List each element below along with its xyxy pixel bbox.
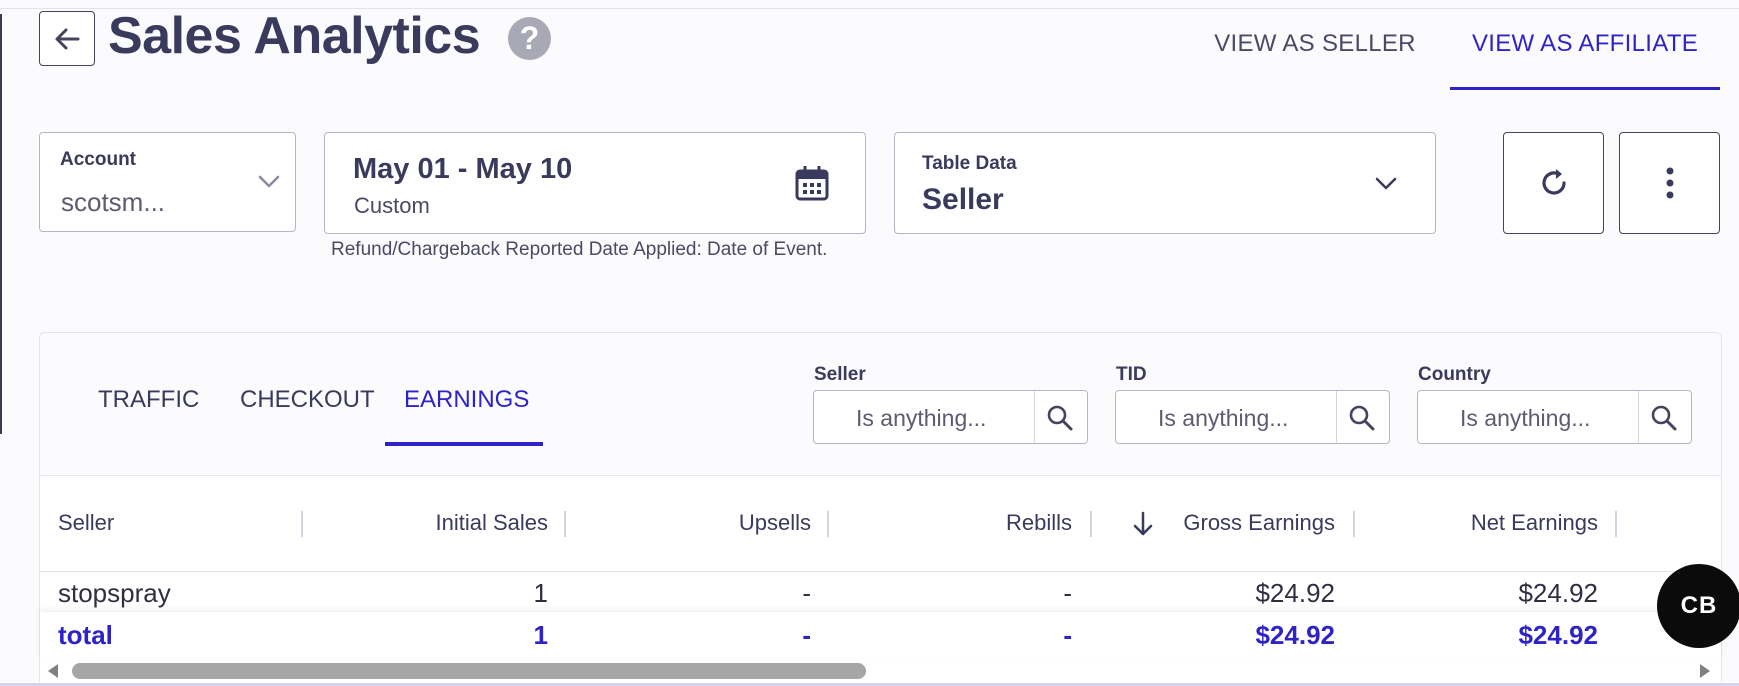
page: Sales Analytics ? VIEW AS SELLER VIEW AS…: [0, 0, 1739, 686]
cell-seller[interactable]: stopspray: [58, 578, 171, 609]
country-filter-label: Country: [1418, 364, 1491, 385]
more-options-button[interactable]: [1619, 132, 1720, 234]
tid-filter-label: TID: [1116, 364, 1147, 385]
total-initial-sales: 1: [533, 620, 548, 650]
tid-filter-input[interactable]: Is anything...: [1115, 390, 1390, 444]
search-icon[interactable]: [1046, 404, 1074, 432]
calendar-icon: [795, 166, 829, 201]
search-divider: [1638, 391, 1639, 443]
total-net-earnings: $24.92: [1518, 620, 1598, 650]
page-title: Sales Analytics: [108, 7, 481, 65]
scroll-right-arrow[interactable]: [1700, 664, 1710, 678]
seller-filter-label: Seller: [814, 364, 866, 385]
active-tab-indicator: [385, 442, 543, 446]
tab-earnings[interactable]: EARNINGS: [404, 386, 529, 414]
column-separator[interactable]: [1615, 511, 1617, 537]
column-separator[interactable]: [1090, 511, 1092, 537]
refund-date-note: Refund/Chargeback Reported Date Applied:…: [331, 239, 828, 260]
tab-view-as-seller[interactable]: VIEW AS SELLER: [1205, 30, 1425, 90]
arrow-left-icon: [55, 28, 80, 49]
account-value: scotsm...: [61, 187, 166, 217]
table-data-label: Table Data: [922, 153, 1017, 174]
tid-filter-placeholder: Is anything...: [1158, 405, 1289, 431]
column-separator[interactable]: [564, 511, 566, 537]
search-divider: [1034, 391, 1035, 443]
account-label: Account: [60, 149, 136, 170]
refresh-button[interactable]: [1503, 132, 1604, 234]
seller-filter-placeholder: Is anything...: [856, 405, 987, 431]
country-filter-placeholder: Is anything...: [1460, 405, 1591, 431]
date-range-value: May 01 - May 10: [353, 153, 573, 185]
scrollbar-thumb[interactable]: [72, 663, 866, 679]
scroll-left-arrow[interactable]: [48, 664, 58, 678]
column-header-initial-sales[interactable]: Initial Sales: [320, 510, 548, 536]
header-divider: [40, 571, 1721, 572]
chevron-down-icon: [258, 175, 280, 188]
column-separator[interactable]: [301, 511, 303, 537]
date-preset: Custom: [354, 193, 430, 218]
cell-upsells: -: [802, 578, 811, 608]
total-label: total: [58, 620, 113, 650]
cell-rebills: -: [1063, 578, 1072, 608]
sort-descending-icon[interactable]: [1131, 511, 1155, 537]
more-vertical-icon: [1666, 167, 1673, 199]
column-header-seller[interactable]: Seller: [58, 510, 114, 536]
total-gross-earnings: $24.92: [1255, 620, 1335, 650]
tab-traffic[interactable]: TRAFFIC: [98, 386, 199, 414]
total-upsells: -: [802, 620, 811, 650]
cell-initial-sales: 1: [533, 578, 548, 608]
table-data-select[interactable]: Table Data Seller: [894, 132, 1436, 234]
account-select[interactable]: Account scotsm...: [39, 132, 296, 232]
tab-checkout[interactable]: CHECKOUT: [240, 386, 375, 414]
column-separator[interactable]: [1353, 511, 1355, 537]
column-header-net-earnings[interactable]: Net Earnings: [1372, 510, 1598, 536]
column-header-rebills[interactable]: Rebills: [846, 510, 1072, 536]
column-header-upsells[interactable]: Upsells: [583, 510, 811, 536]
search-icon[interactable]: [1650, 404, 1678, 432]
back-button[interactable]: [39, 11, 95, 66]
cell-gross-earnings: $24.92: [1255, 578, 1335, 608]
total-rebills: -: [1063, 620, 1072, 650]
seller-filter-input[interactable]: Is anything...: [813, 390, 1088, 444]
search-icon[interactable]: [1348, 404, 1376, 432]
country-filter-input[interactable]: Is anything...: [1417, 390, 1692, 444]
help-icon[interactable]: ?: [508, 17, 551, 60]
cell-net-earnings: $24.92: [1518, 578, 1598, 608]
column-separator[interactable]: [827, 511, 829, 537]
table-data-value: Seller: [922, 183, 1004, 216]
tab-view-as-affiliate[interactable]: VIEW AS AFFILIATE: [1450, 30, 1720, 90]
chevron-down-icon: [1375, 177, 1397, 190]
search-divider: [1336, 391, 1337, 443]
date-range-picker[interactable]: May 01 - May 10 Custom: [324, 132, 866, 234]
left-edge-bar: [0, 14, 2, 434]
refresh-icon: [1541, 169, 1566, 195]
column-header-gross-earnings[interactable]: Gross Earnings: [1160, 510, 1335, 536]
clickbank-chat-badge[interactable]: CB: [1657, 564, 1739, 648]
